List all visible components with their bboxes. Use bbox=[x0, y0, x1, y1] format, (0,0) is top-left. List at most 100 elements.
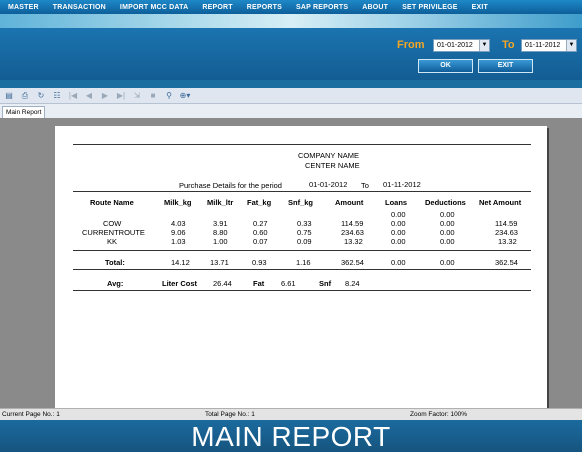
caption-banner: MAIN REPORT bbox=[0, 420, 582, 452]
table-cell-route: COW bbox=[103, 219, 122, 228]
menu-item-exit[interactable]: EXIT bbox=[472, 4, 488, 11]
to-date-select[interactable]: 01-11-2012 ▼ bbox=[521, 39, 577, 52]
tree-icon[interactable]: ☷ bbox=[51, 90, 63, 102]
divider bbox=[73, 290, 531, 291]
to-label: To bbox=[502, 39, 515, 51]
table-cell-snf-kg: 0.09 bbox=[297, 237, 312, 246]
table-cell-loans: 0.00 bbox=[391, 219, 406, 228]
center-name: CENTER NAME bbox=[305, 161, 360, 170]
print-icon[interactable]: ⎙ bbox=[19, 90, 31, 102]
decorative-banner bbox=[0, 14, 582, 28]
exit-button[interactable]: EXIT bbox=[478, 59, 533, 73]
total-net-amount: 362.54 bbox=[495, 258, 518, 267]
liter-cost-label: Liter Cost bbox=[162, 279, 198, 288]
from-date-select[interactable]: 01-01-2012 ▼ bbox=[433, 39, 490, 52]
period-from: 01-01-2012 bbox=[309, 180, 348, 189]
from-date-value: 01-01-2012 bbox=[437, 42, 473, 49]
table-cell-milk-kg: 4.03 bbox=[171, 219, 186, 228]
tab-strip: Main Report bbox=[0, 104, 582, 118]
ok-button[interactable]: OK bbox=[418, 59, 473, 73]
total-deductions: 0.00 bbox=[440, 258, 455, 267]
zoom-status: Zoom Factor: 100% bbox=[410, 411, 468, 418]
chevron-down-icon[interactable]: ▼ bbox=[479, 40, 489, 51]
table-cell-net-amount: 114.59 bbox=[495, 219, 518, 228]
menu-item-about[interactable]: ABOUT bbox=[362, 4, 388, 11]
table-cell-fat-kg: 0.27 bbox=[253, 219, 268, 228]
menu-item-reports[interactable]: REPORTS bbox=[247, 4, 282, 11]
report-page: COMPANY NAME CENTER NAME Purchase Detail… bbox=[55, 126, 547, 416]
menu-item-set-privilege[interactable]: SET PRIVILEGE bbox=[402, 4, 458, 11]
table-cell-snf-kg: 0.33 bbox=[297, 219, 312, 228]
menu-item-transaction[interactable]: TRANSACTION bbox=[53, 4, 106, 11]
goto-page-icon[interactable]: ⇲ bbox=[131, 90, 143, 102]
prev-page-icon[interactable]: ◀ bbox=[83, 90, 95, 102]
divider bbox=[73, 250, 531, 251]
table-cell-milk-kg: 1.03 bbox=[171, 237, 186, 246]
table-cell-deductions: 0.00 bbox=[440, 219, 455, 228]
total-label: Total: bbox=[105, 258, 125, 267]
snf-label: Snf bbox=[319, 279, 332, 288]
menu-item-import-mcc-data[interactable]: IMPORT MCC DATA bbox=[120, 4, 188, 11]
column-header-deductions: Deductions bbox=[425, 198, 466, 207]
total-milk-ltr: 13.71 bbox=[210, 258, 229, 267]
current-page-status: Current Page No.: 1 bbox=[2, 411, 60, 418]
table-cell-milk-kg: 9.06 bbox=[171, 228, 186, 237]
column-header-loans: Loans bbox=[385, 198, 408, 207]
last-page-icon[interactable]: ▶| bbox=[115, 90, 127, 102]
fat-label: Fat bbox=[253, 279, 265, 288]
refresh-icon[interactable]: ↻ bbox=[35, 90, 47, 102]
table-cell-loans: 0.00 bbox=[391, 228, 406, 237]
table-cell-net-amount: 13.32 bbox=[498, 237, 517, 246]
column-header-milk-kg: Milk_kg bbox=[164, 198, 192, 207]
chevron-down-icon[interactable]: ▼ bbox=[566, 40, 576, 51]
extra-loans: 0.00 bbox=[391, 210, 406, 219]
column-header-milk-ltr: Milk_ltr bbox=[207, 198, 234, 207]
zoom-icon[interactable]: ⊕▾ bbox=[179, 90, 191, 102]
next-page-icon[interactable]: ▶ bbox=[99, 90, 111, 102]
menu-item-report[interactable]: REPORT bbox=[202, 4, 232, 11]
table-cell-amount: 114.59 bbox=[341, 219, 364, 228]
total-fat-kg: 0.93 bbox=[252, 258, 267, 267]
period-to: 01-11-2012 bbox=[383, 180, 421, 189]
divider bbox=[73, 269, 531, 270]
column-header-net-amount: Net Amount bbox=[479, 198, 522, 207]
table-cell-loans: 0.00 bbox=[391, 237, 406, 246]
total-snf-kg: 1.16 bbox=[296, 258, 311, 267]
table-cell-fat-kg: 0.07 bbox=[253, 237, 268, 246]
period-to-label: To bbox=[361, 181, 369, 190]
divider bbox=[73, 144, 531, 145]
table-cell-milk-ltr: 8.80 bbox=[213, 228, 228, 237]
column-header-snf-kg: Snf_kg bbox=[288, 198, 314, 207]
total-amount: 362.54 bbox=[341, 258, 364, 267]
from-label: From bbox=[397, 39, 425, 51]
total-milk-kg: 14.12 bbox=[171, 258, 190, 267]
table-cell-snf-kg: 0.75 bbox=[297, 228, 312, 237]
table-cell-deductions: 0.00 bbox=[440, 228, 455, 237]
divider bbox=[73, 191, 531, 192]
table-cell-amount: 234.63 bbox=[341, 228, 364, 237]
tab-main-report[interactable]: Main Report bbox=[2, 106, 46, 118]
table-cell-route: CURRENTROUTE bbox=[82, 228, 145, 237]
export-icon[interactable]: ▤ bbox=[3, 90, 15, 102]
period-label: Purchase Details for the period bbox=[179, 181, 282, 190]
table-cell-amount: 13.32 bbox=[344, 237, 363, 246]
avg-label: Avg: bbox=[107, 279, 124, 288]
table-cell-milk-ltr: 1.00 bbox=[213, 237, 228, 246]
table-cell-fat-kg: 0.60 bbox=[253, 228, 268, 237]
menu-item-master[interactable]: MASTER bbox=[8, 4, 39, 11]
extra-deductions: 0.00 bbox=[440, 210, 455, 219]
report-toolbar: ▤ ⎙ ↻ ☷ |◀ ◀ ▶ ▶| ⇲ ■ ⚲ ⊕▾ bbox=[0, 88, 582, 104]
table-cell-net-amount: 234.63 bbox=[495, 228, 518, 237]
column-header-amount: Amount bbox=[335, 198, 364, 207]
first-page-icon[interactable]: |◀ bbox=[67, 90, 79, 102]
stop-icon[interactable]: ■ bbox=[147, 90, 159, 102]
search-icon[interactable]: ⚲ bbox=[163, 90, 175, 102]
liter-cost-value: 26.44 bbox=[213, 279, 232, 288]
report-viewer: COMPANY NAME CENTER NAME Purchase Detail… bbox=[0, 118, 582, 416]
menu-item-sap-reports[interactable]: SAP REPORTS bbox=[296, 4, 348, 11]
column-header-route-name: Route Name bbox=[90, 198, 134, 207]
to-date-value: 01-11-2012 bbox=[525, 42, 561, 49]
menu-bar: MASTER TRANSACTION IMPORT MCC DATA REPOR… bbox=[0, 0, 582, 14]
table-cell-milk-ltr: 3.91 bbox=[213, 219, 228, 228]
total-loans: 0.00 bbox=[391, 258, 406, 267]
